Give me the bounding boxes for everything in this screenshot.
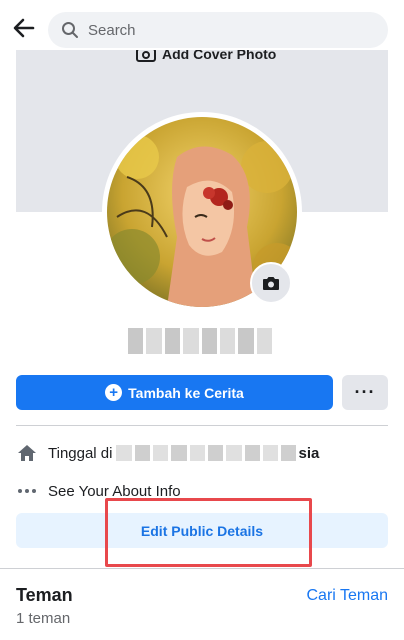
camera-icon (263, 276, 279, 290)
more-options-button[interactable]: ··· (342, 375, 388, 410)
ellipsis-icon (16, 480, 38, 502)
add-cover-photo-label: Add Cover Photo (162, 50, 277, 62)
find-friends-link[interactable]: Cari Teman (306, 587, 388, 605)
back-button[interactable] (8, 12, 40, 44)
more-options-label: ··· (354, 382, 376, 402)
search-icon (60, 20, 80, 40)
search-bar[interactable] (48, 12, 388, 48)
see-about-label: See Your About Info (48, 482, 181, 500)
profile-name-redacted (128, 328, 272, 354)
add-to-story-label: Tambah ke Cerita (128, 384, 244, 401)
location-redacted (116, 445, 297, 461)
arrow-left-icon (13, 18, 35, 38)
camera-icon (136, 50, 156, 62)
lives-in-prefix: Tinggal di (48, 444, 113, 462)
friends-title: Teman (16, 585, 73, 605)
section-divider (0, 568, 404, 574)
add-to-story-button[interactable]: + Tambah ke Cerita (16, 375, 333, 410)
search-input[interactable] (88, 21, 368, 39)
change-profile-photo-button[interactable] (250, 262, 292, 304)
lives-in-row: Tinggal di sia (16, 442, 319, 464)
add-cover-photo-button[interactable]: Add Cover Photo (136, 50, 276, 62)
home-icon (16, 442, 38, 464)
plus-icon: + (105, 384, 123, 401)
highlight-annotation (105, 498, 312, 567)
lives-in-suffix: sia (298, 444, 320, 462)
friends-count: 1 teman (16, 610, 71, 627)
divider (16, 425, 388, 426)
